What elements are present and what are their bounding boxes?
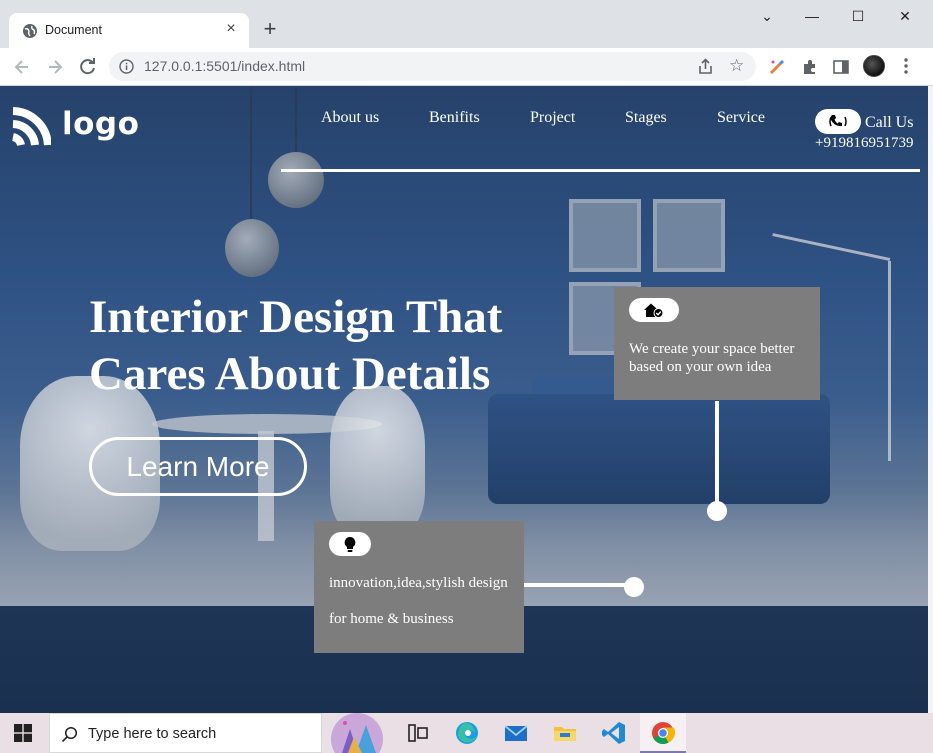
phone-ring-icon [829,115,847,127]
windows-taskbar: Type here to search [0,713,933,753]
file-explorer-icon[interactable] [551,719,579,747]
floor-lamp-pole [888,261,891,461]
browser-menu-icon[interactable] [899,57,913,75]
site-info-icon[interactable] [119,59,134,74]
wall-frame [653,199,725,272]
phone-number[interactable]: +919816951739 [815,135,913,152]
taskbar-search-placeholder[interactable]: Type here to search [88,726,216,742]
connector-line-horizontal [524,583,634,587]
hero-headline-line-2: Cares About Details [89,348,491,400]
tab-search-button[interactable]: ⌄ [755,6,779,26]
logo-wifi-icon[interactable] [9,107,51,149]
page-viewport: logo About us Benifits Project Stages Se… [0,86,928,713]
hero-headline-line-1: Interior Design That [89,291,503,343]
learn-more-button[interactable]: Learn More [89,437,307,496]
forward-arrow-icon[interactable] [45,57,65,77]
minimize-button[interactable]: — [800,6,824,26]
bookmark-star-icon[interactable]: ☆ [729,56,744,76]
side-panel-icon[interactable] [832,58,850,76]
info-card-innovation: innovation,idea,stylish design for home … [314,521,524,653]
nav-about-us[interactable]: About us [321,109,379,127]
connector-line-vertical [715,401,719,509]
info-card-space: We create your space better based on you… [614,287,820,400]
taskbar-search-box[interactable]: Type here to search [49,713,322,753]
profile-avatar[interactable] [863,55,885,77]
extensions-puzzle-icon[interactable] [801,58,819,76]
nav-divider [281,169,920,172]
browser-toolbar: 127.0.0.1:5501/index.html ☆ [0,48,933,86]
maximize-button[interactable]: ☐ [846,6,870,26]
info-card-innovation-line-2: for home & business [329,611,454,627]
nav-project[interactable]: Project [530,109,575,127]
floor-lamp-arm [772,233,891,261]
call-us-label[interactable]: Call Us [865,114,913,132]
close-window-button[interactable]: ✕ [893,6,917,26]
nav-service[interactable]: Service [717,109,765,127]
hero-headline: Interior Design That Cares About Details [89,289,502,403]
back-arrow-icon[interactable] [12,57,32,77]
url-text[interactable]: 127.0.0.1:5501/index.html [144,58,305,74]
windows-start-icon[interactable] [14,724,32,742]
mail-icon[interactable] [502,719,530,747]
edge-browser-icon[interactable] [453,719,481,747]
task-view-icon[interactable] [404,719,432,747]
vscode-icon[interactable] [600,719,628,747]
tab-close-icon[interactable]: × [223,21,239,37]
connector-dot [707,501,727,521]
address-bar[interactable]: 127.0.0.1:5501/index.html ☆ [109,52,756,81]
lamp-cord [250,86,252,221]
chrome-icon[interactable] [649,719,677,747]
pendant-lamp [225,219,279,277]
new-tab-button[interactable]: + [260,18,280,40]
lamp-cord [295,86,297,156]
card-badge [629,298,679,322]
browser-tab[interactable]: Document × [9,13,249,48]
nav-stages[interactable]: Stages [625,109,667,127]
chair [330,386,425,536]
browser-tab-strip: Document × + ⌄ — ☐ ✕ [0,0,933,48]
tab-title: Document [45,23,102,37]
sofa [488,394,830,504]
search-icon [61,726,78,743]
lightbulb-icon [344,537,356,552]
nav-benifits[interactable]: Benifits [429,109,480,127]
pendant-lamp [268,152,324,208]
wall-frame [569,199,641,272]
call-button[interactable] [815,109,861,134]
info-card-innovation-line-1: innovation,idea,stylish design [329,575,508,591]
card-badge [329,532,371,556]
info-card-space-text: We create your space better based on you… [629,341,795,375]
logo-text[interactable]: logo [62,106,139,142]
widgets-icon[interactable] [322,713,392,753]
connector-dot [624,577,644,597]
background-window-edge [928,86,933,713]
share-icon[interactable] [697,58,714,75]
reload-icon[interactable] [78,57,98,77]
color-picker-extension-icon[interactable] [768,58,786,76]
globe-icon [23,24,37,38]
home-check-icon [644,303,664,318]
